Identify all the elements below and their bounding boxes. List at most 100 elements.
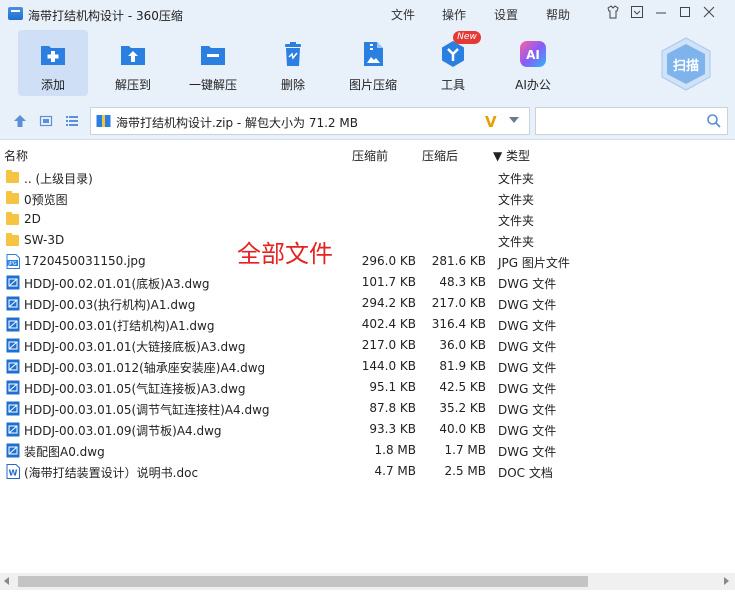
address-row: 海带打结机构设计.zip - 解包大小为 71.2 MB V [0, 102, 735, 140]
window-title: 海带打结机构设计 - 360压缩 [28, 9, 183, 23]
file-original-size: 2.5 MB [444, 464, 486, 478]
file-row[interactable]: HDDJ-00.03(执行机构)A1.dwg 294.2 KB 217.0 KB DW… [0, 293, 735, 314]
search-box[interactable] [535, 107, 728, 135]
column-type[interactable]: ▼ 类型 [493, 147, 530, 164]
add-icon [41, 46, 65, 65]
thumbnail-view-icon[interactable] [39, 114, 53, 128]
file-compressed-size: 402.4 KB [361, 317, 416, 331]
verify-icon[interactable]: V [485, 113, 497, 131]
horizontal-scrollbar[interactable] [0, 573, 735, 590]
file-name: HDDJ-00.03(执行机构)A1.dwg [24, 298, 196, 312]
file-type: 文件夹 [498, 172, 535, 186]
address-dropdown-icon[interactable] [509, 117, 519, 123]
file-name: HDDJ-00.02.01.01(底板)A3.dwg [24, 277, 210, 291]
tools-icon [442, 41, 464, 67]
file-row[interactable]: .. (上级目录) 文件夹 [0, 167, 735, 188]
tools-label: 工具 [440, 78, 465, 92]
file-original-size: 1.7 MB [444, 443, 486, 457]
file-name: 2D [24, 212, 41, 226]
search-input[interactable] [539, 111, 699, 131]
delete-button[interactable]: 删除 [258, 30, 328, 96]
menu-file[interactable]: 文件 [391, 6, 415, 23]
file-row[interactable]: HDDJ-00.03.01.05(气缸连接板)A3.dwg 95.1 KB 42.5… [0, 377, 735, 398]
ai-office-icon: AI [520, 41, 546, 67]
file-row[interactable]: 装配图A0.dwg 1.8 MB 1.7 MB DWG 文件 [0, 440, 735, 461]
skin-icon[interactable] [604, 5, 622, 23]
ai-office-button[interactable]: AI AI办公 [498, 30, 568, 96]
file-name: SW-3D [24, 233, 65, 247]
scan-button[interactable]: 扫描 [658, 36, 714, 92]
file-name: HDDJ-00.03.01.012(轴承座安装座)A4.dwg [24, 361, 266, 375]
zip-archive-icon [96, 115, 111, 127]
file-name: .. (上级目录) [24, 172, 93, 186]
file-row[interactable]: HDDJ-00.03.01.09(调节板)A4.dwg 93.3 KB 40.0 K… [0, 419, 735, 440]
scrollbar-thumb[interactable] [18, 576, 588, 587]
file-original-size: 81.9 KB [439, 359, 486, 373]
dwg-file-icon [6, 296, 20, 311]
file-compressed-size: 4.7 MB [374, 464, 416, 478]
file-original-size: 40.0 KB [439, 422, 486, 436]
file-row[interactable]: W (海带打结装置设计）说明书.doc 4.7 MB 2.5 MB DOC 文档 [0, 461, 735, 482]
column-name[interactable]: 名称 [4, 147, 28, 164]
list-view-icon[interactable] [65, 114, 79, 128]
file-name: 装配图A0.dwg [24, 445, 105, 459]
svg-text:W: W [9, 469, 18, 478]
file-compressed-size: 1.8 MB [374, 443, 416, 457]
file-type: DWG 文件 [498, 319, 557, 333]
file-row[interactable]: JPG 1720450031150.jpg 296.0 KB 281.6 KB JPG … [0, 251, 735, 272]
file-compressed-size: 101.7 KB [361, 275, 416, 289]
file-type: 文件夹 [498, 235, 535, 249]
maximize-icon[interactable] [676, 5, 694, 23]
dwg-file-icon [6, 380, 20, 395]
file-name: HDDJ-00.03.01.09(调节板)A4.dwg [24, 424, 222, 438]
dwg-file-icon [6, 359, 20, 374]
column-original[interactable]: 压缩后 [422, 147, 458, 164]
dwg-file-icon [6, 401, 20, 416]
file-compressed-size: 294.2 KB [361, 296, 416, 310]
file-compressed-size: 93.3 KB [369, 422, 416, 436]
file-row[interactable]: HDDJ-00.03.01.01(大链接底板)A3.dwg 217.0 KB 36.… [0, 335, 735, 356]
menu-operation[interactable]: 操作 [442, 6, 466, 23]
doc-file-icon: W [6, 464, 20, 479]
one-click-extract-icon [201, 46, 225, 65]
extract-to-button[interactable]: 解压到 [98, 30, 168, 96]
file-type: DWG 文件 [498, 403, 557, 417]
file-row[interactable]: HDDJ-00.03.01(打结机构)A1.dwg 402.4 KB 316.4 K… [0, 314, 735, 335]
file-row[interactable]: HDDJ-00.02.01.01(底板)A3.dwg 101.7 KB 48.3 K… [0, 272, 735, 293]
file-compressed-size: 296.0 KB [361, 254, 416, 268]
file-compressed-size: 95.1 KB [369, 380, 416, 394]
file-row[interactable]: 2D 文件夹 [0, 209, 735, 230]
search-icon[interactable] [706, 113, 722, 129]
file-row[interactable]: HDDJ-00.03.01.05(调节气缸连接柱)A4.dwg 87.8 KB 35… [0, 398, 735, 419]
image-compress-button[interactable]: 图片压缩 [338, 30, 408, 96]
delete-icon [285, 42, 301, 66]
add-button[interactable]: 添加 [18, 30, 88, 96]
scan-label: 扫描 [672, 59, 699, 74]
scroll-right-icon[interactable] [724, 577, 729, 585]
close-icon[interactable] [700, 5, 718, 23]
address-bar[interactable]: 海带打结机构设计.zip - 解包大小为 71.2 MB V [90, 107, 530, 135]
file-compressed-size: 217.0 KB [361, 338, 416, 352]
file-original-size: 42.5 KB [439, 380, 486, 394]
menu-help[interactable]: 帮助 [546, 6, 570, 23]
file-type: DWG 文件 [498, 361, 557, 375]
one-click-extract-button[interactable]: 一键解压 [178, 30, 248, 96]
menu-settings[interactable]: 设置 [494, 6, 518, 23]
file-row[interactable]: 0预览图 文件夹 [0, 188, 735, 209]
one-click-extract-label: 一键解压 [188, 78, 237, 92]
app-window: 海带打结机构设计 - 360压缩 文件 操作 设置 帮助 添加 解压到 一键解压… [0, 0, 735, 596]
file-original-size: 316.4 KB [431, 317, 486, 331]
file-type: DOC 文档 [498, 466, 553, 480]
column-compressed[interactable]: 压缩前 [352, 147, 388, 164]
file-row[interactable]: HDDJ-00.03.01.012(轴承座安装座)A4.dwg 144.0 KB 8… [0, 356, 735, 377]
app-logo-icon [8, 7, 23, 20]
folder-icon [6, 191, 20, 206]
overlay-label: 全部文件 [237, 240, 333, 268]
minimize-icon[interactable] [652, 5, 670, 23]
file-type: JPG 图片文件 [498, 256, 570, 270]
scroll-left-icon[interactable] [4, 577, 9, 585]
title-bar: 海带打结机构设计 - 360压缩 文件 操作 设置 帮助 [0, 0, 735, 28]
up-arrow-icon[interactable] [13, 114, 27, 128]
menu-dropdown-icon[interactable] [628, 5, 646, 23]
file-row[interactable]: SW-3D 文件夹 [0, 230, 735, 251]
